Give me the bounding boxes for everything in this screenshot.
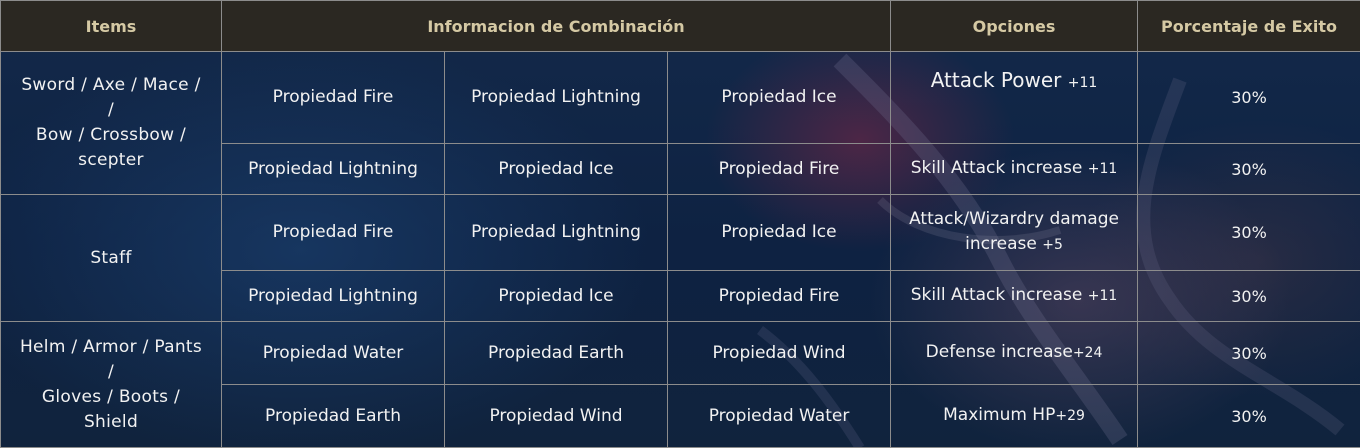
property-cell: Propiedad Ice [666, 51, 892, 144]
option-cell: Attack Power +11 [890, 51, 1139, 144]
item-line: scepter [78, 150, 144, 170]
item-line: / [107, 100, 115, 120]
property-cell: Propiedad Fire [666, 143, 892, 195]
header-row: Items Informacion de Combinación Opcione… [0, 0, 1360, 52]
property-cell: Propiedad Lightning [444, 194, 668, 271]
header-combination: Informacion de Combinación [220, 0, 892, 52]
option-cell: Maximum HP+29 [890, 384, 1139, 448]
property-cell: Propiedad Fire [221, 51, 445, 144]
item-line: Helm / Armor / Pants [19, 336, 203, 357]
option-cell: Skill Attack increase +11 [890, 270, 1139, 322]
option-bonus: +11 [1087, 161, 1118, 177]
property-cell: Propiedad Fire [666, 270, 892, 322]
option-name: Skill Attack increase [910, 158, 1088, 178]
items-cell-weapons: Sword / Axe / Mace / / Bow / Crossbow / … [0, 51, 222, 195]
property-cell: Propiedad Fire [221, 194, 445, 271]
table-row: Helm / Armor / Pants / Gloves / Boots / … [0, 321, 1360, 448]
property-cell: Propiedad Ice [444, 270, 668, 322]
option-bonus: +24 [1072, 345, 1103, 361]
percent-cell: 30% [1137, 270, 1360, 322]
items-cell-staff: Staff [0, 194, 222, 322]
option-bonus: +29 [1055, 408, 1085, 424]
item-line: / [107, 361, 115, 382]
option-name: Maximum HP [943, 405, 1056, 425]
property-cell: Propiedad Lightning [221, 270, 445, 322]
property-cell: Propiedad Water [221, 321, 445, 385]
percent-cell: 30% [1137, 194, 1360, 271]
item-line: Staff [90, 247, 132, 268]
items-cell-armor: Helm / Armor / Pants / Gloves / Boots / … [0, 321, 222, 448]
option-name: Skill Attack increase [910, 285, 1088, 305]
option-bonus: +11 [1067, 75, 1098, 91]
option-name: increase [965, 234, 1043, 254]
property-cell: Propiedad Earth [444, 321, 668, 385]
header-success: Porcentaje de Exito [1137, 0, 1360, 52]
percent-cell: 30% [1137, 143, 1360, 195]
option-bonus: +11 [1087, 288, 1118, 304]
option-name: Defense increase [925, 342, 1073, 362]
property-cell: Propiedad Water [666, 384, 892, 448]
property-cell: Propiedad Lightning [221, 143, 445, 195]
option-cell: Attack/Wizardry damage increase +5 [890, 194, 1139, 271]
property-cell: Propiedad Lightning [444, 51, 668, 144]
table-row: Staff Propiedad Fire Propiedad Lightning… [0, 194, 1360, 322]
option-cell: Defense increase+24 [890, 321, 1139, 385]
property-cell: Propiedad Wind [666, 321, 892, 385]
combination-table: Items Informacion de Combinación Opcione… [0, 0, 1360, 448]
combination-table-panel: Items Informacion de Combinación Opcione… [0, 0, 1360, 448]
property-cell: Propiedad Ice [666, 194, 892, 271]
option-line: Attack/Wizardry damage [909, 209, 1119, 229]
percent-cell: 30% [1137, 51, 1360, 144]
item-line: Sword / Axe / Mace / [21, 75, 201, 95]
header-items: Items [0, 0, 222, 52]
property-cell: Propiedad Ice [444, 143, 668, 195]
option-bonus: +5 [1042, 237, 1063, 253]
property-cell: Propiedad Earth [221, 384, 445, 448]
percent-cell: 30% [1137, 384, 1360, 448]
table-row: Sword / Axe / Mace / / Bow / Crossbow / … [0, 51, 1360, 195]
item-line: Gloves / Boots / [41, 386, 181, 407]
option-cell: Skill Attack increase +11 [890, 143, 1139, 195]
option-name: Attack Power [930, 68, 1068, 92]
item-line: Shield [83, 411, 139, 432]
item-line: Bow / Crossbow / [35, 125, 187, 145]
header-options: Opciones [890, 0, 1139, 52]
percent-cell: 30% [1137, 321, 1360, 385]
property-cell: Propiedad Wind [444, 384, 668, 448]
